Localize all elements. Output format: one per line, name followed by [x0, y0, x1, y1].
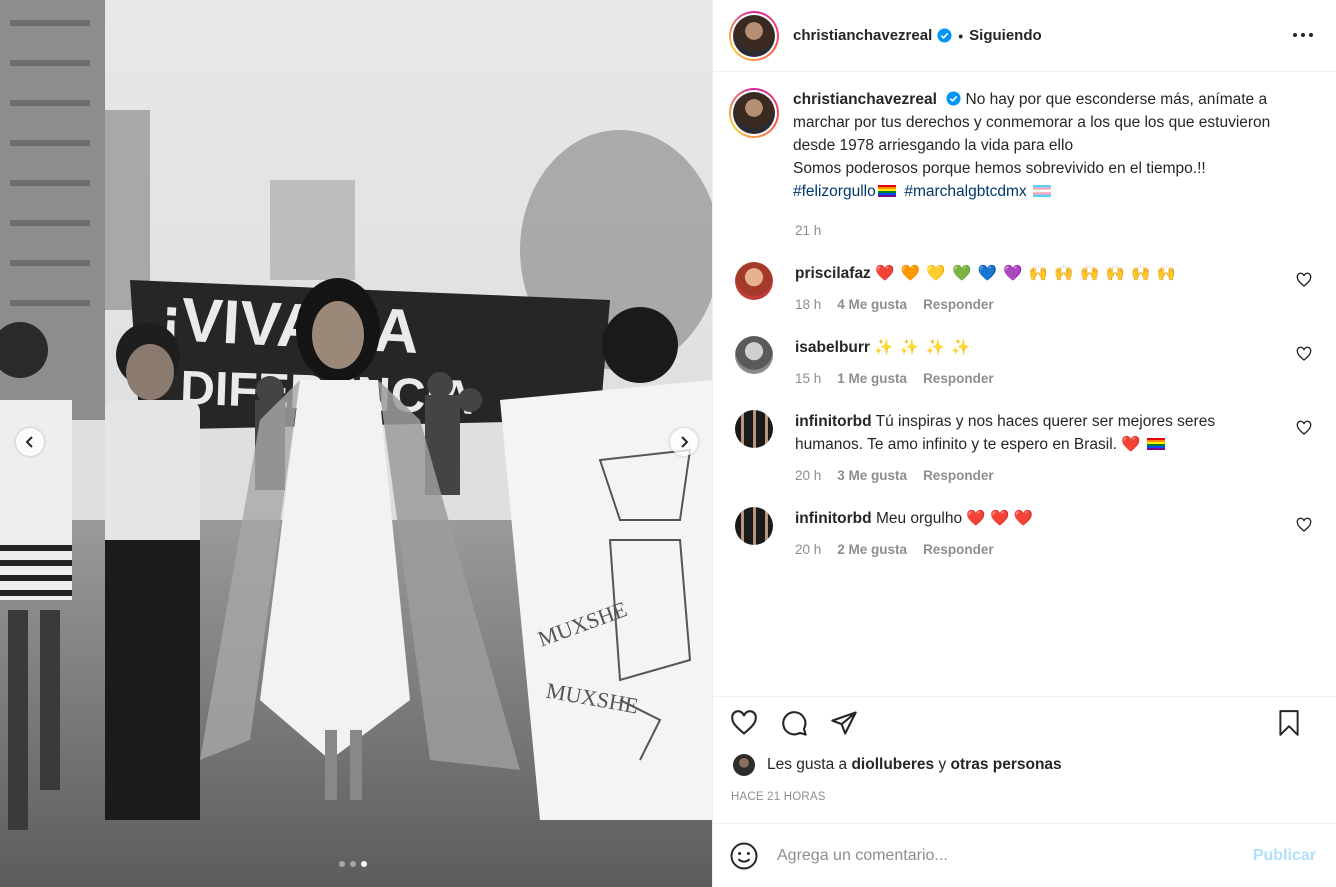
bookmark-icon — [1279, 710, 1299, 736]
comment-time: 20 h — [795, 542, 822, 557]
liker-avatar[interactable] — [733, 754, 755, 776]
comment-username[interactable]: isabelburr — [795, 339, 870, 356]
comment-likes[interactable]: 4 Me gusta — [837, 297, 907, 312]
reply-button[interactable]: Responder — [923, 297, 994, 312]
like-comment-heart-icon[interactable] — [1296, 517, 1312, 533]
banner-text-1: ¡VIVA LA — [159, 285, 421, 367]
comment-username[interactable]: priscilafaz — [795, 265, 871, 282]
commenter-avatar[interactable] — [735, 410, 773, 448]
reply-button[interactable]: Responder — [923, 542, 994, 557]
verified-badge-icon — [946, 91, 961, 106]
reply-button[interactable]: Responder — [923, 371, 994, 386]
chevron-left-icon — [25, 436, 33, 448]
save-button[interactable] — [1274, 708, 1304, 738]
author-username[interactable]: christianchavezreal — [793, 27, 932, 44]
like-button[interactable] — [729, 708, 759, 738]
liker-username[interactable]: diolluberes — [851, 756, 934, 774]
verified-badge-icon — [937, 28, 952, 43]
caption-username[interactable]: christianchavezreal — [793, 91, 937, 108]
header-separator: • — [958, 27, 964, 44]
commenter-avatar[interactable] — [735, 336, 773, 374]
author-avatar[interactable] — [729, 10, 779, 61]
comment-likes[interactable]: 2 Me gusta — [837, 542, 907, 557]
comment-item: infinitorbd Tú inspiras y nos haces quer… — [729, 410, 1320, 483]
post-photo[interactable]: ¡VIVA LA DIFERENCIA — [0, 0, 712, 887]
commenter-avatar[interactable] — [735, 262, 773, 300]
hashtag-link[interactable]: #marchalgbtcdmx — [904, 183, 1026, 200]
comment-likes[interactable]: 3 Me gusta — [837, 468, 907, 483]
comment-time: 20 h — [795, 468, 822, 483]
comment-time: 15 h — [795, 371, 822, 386]
comment-input[interactable] — [777, 846, 1207, 865]
carousel-dot — [339, 861, 345, 867]
caption-timestamp: 21 h — [795, 223, 822, 238]
rainbow-flag-icon — [1146, 438, 1165, 450]
commenter-avatar[interactable] — [735, 507, 773, 545]
comment-text: Meu orgulho ❤️ ❤️ ❤️ — [875, 510, 1033, 527]
following-button[interactable]: Siguiendo — [969, 27, 1042, 44]
paper-plane-icon — [831, 711, 857, 735]
like-comment-heart-icon[interactable] — [1296, 346, 1312, 362]
comment-button[interactable] — [779, 708, 809, 738]
comment-item: isabelburr ✨ ✨ ✨ ✨ 15 h 1 Me gusta Respond… — [729, 336, 1320, 386]
next-photo-button[interactable] — [670, 428, 698, 456]
post-modal: ¡VIVA LA DIFERENCIA — [0, 0, 1336, 887]
comment-username[interactable]: infinitorbd — [795, 413, 872, 430]
reply-button[interactable]: Responder — [923, 468, 994, 483]
likes-prefix: Les gusta a — [767, 756, 848, 773]
emoji-picker-icon[interactable] — [729, 841, 759, 871]
comment-item: priscilafaz ❤️ 🧡 💛 💚 💙 💜 🙌 🙌 🙌 🙌 🙌 🙌 18 … — [729, 262, 1320, 312]
caption-avatar[interactable] — [729, 88, 779, 138]
likes-summary: Les gusta a diolluberes y otras personas — [729, 749, 1320, 781]
previous-photo-button[interactable] — [16, 428, 44, 456]
likes-others-link[interactable]: otras personas — [951, 756, 1062, 774]
post-caption: christianchavezreal No hay por que escon… — [729, 88, 1320, 203]
more-horizontal-icon — [1293, 33, 1313, 37]
post-header: christianchavezreal • Siguiendo — [713, 0, 1336, 72]
publish-button[interactable]: Publicar — [1253, 847, 1316, 865]
carousel-indicator — [339, 861, 367, 867]
comment-text: ❤️ 🧡 💛 💚 💙 💜 🙌 🙌 🙌 🙌 🙌 🙌 — [875, 265, 1178, 282]
caption-text-2: Somos poderosos porque hemos sobrevivido… — [793, 160, 1206, 177]
trans-flag-icon — [1032, 185, 1051, 197]
heart-icon — [731, 710, 757, 735]
comment-time: 18 h — [795, 297, 822, 312]
comment-likes[interactable]: 1 Me gusta — [837, 371, 907, 386]
comment-text: ✨ ✨ ✨ ✨ — [874, 339, 972, 356]
add-comment-bar: Publicar — [713, 823, 1336, 887]
post-actions: Les gusta a diolluberes y otras personas… — [713, 696, 1336, 815]
carousel-dot — [350, 861, 356, 867]
comment-item: infinitorbd Meu orgulho ❤️ ❤️ ❤️ 20 h 2 M… — [729, 507, 1320, 557]
march-photo: ¡VIVA LA DIFERENCIA — [0, 0, 712, 887]
likes-connector: y — [938, 756, 947, 773]
hashtag-link[interactable]: #felizorgullo — [793, 183, 876, 200]
like-comment-heart-icon[interactable] — [1296, 420, 1312, 436]
carousel-dot-active — [361, 861, 367, 867]
post-sidebar: christianchavezreal • Siguiendo christia… — [712, 0, 1336, 887]
post-timestamp[interactable]: HACE 21 HORAS — [731, 791, 1320, 815]
comment-bubble-icon — [782, 711, 807, 736]
more-options-button[interactable] — [1292, 24, 1314, 46]
chevron-right-icon — [681, 436, 689, 448]
share-button[interactable] — [829, 708, 859, 738]
rainbow-flag-icon — [877, 185, 896, 197]
comments-list[interactable]: christianchavezreal No hay por que escon… — [713, 72, 1336, 696]
comment-username[interactable]: infinitorbd — [795, 510, 872, 527]
like-comment-heart-icon[interactable] — [1296, 272, 1312, 288]
